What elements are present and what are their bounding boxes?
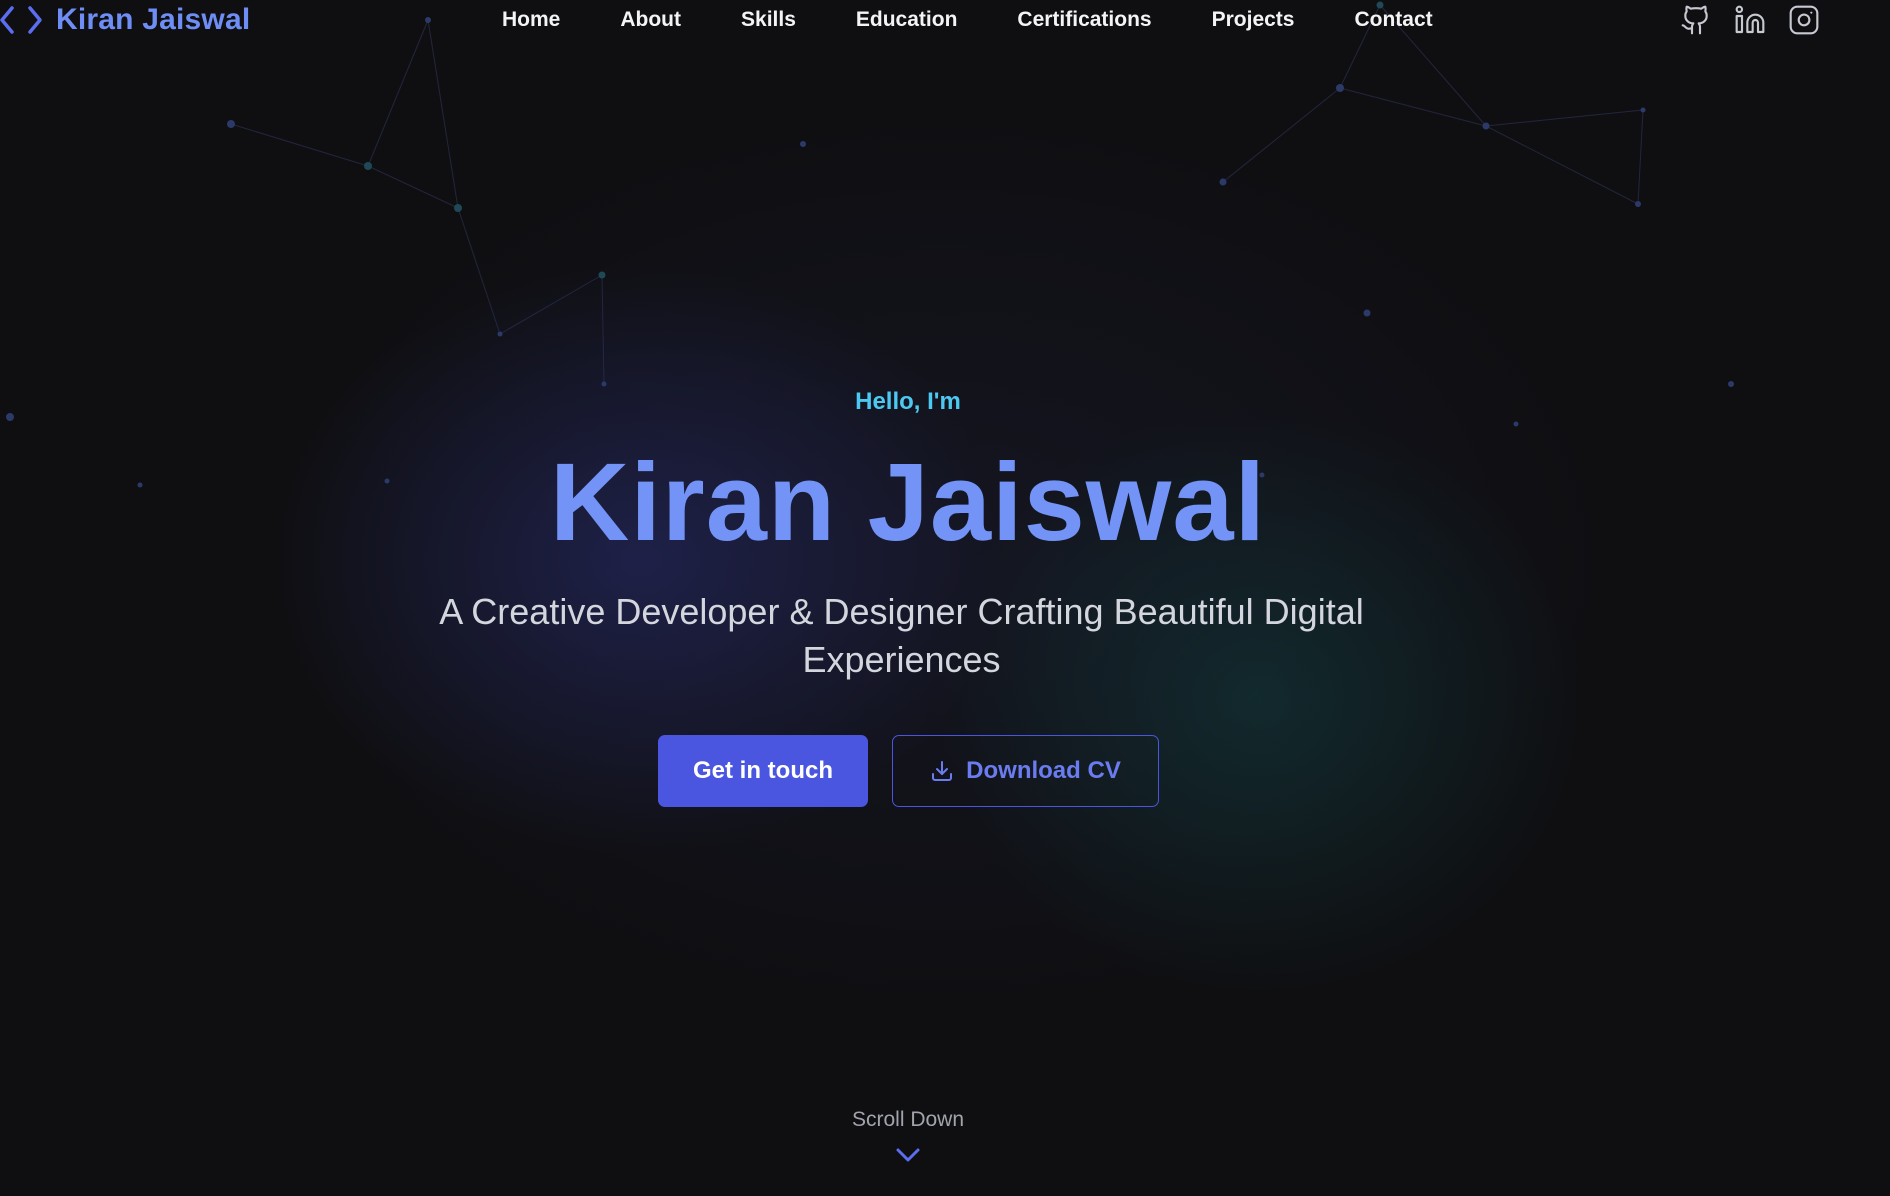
- code-brackets-icon: [0, 0, 46, 40]
- nav-link-education[interactable]: Education: [856, 8, 958, 32]
- scroll-down-indicator[interactable]: Scroll Down: [0, 1108, 1816, 1164]
- top-navigation: Kiran Jaiswal Home About Skills Educatio…: [0, 0, 1890, 40]
- hero-greeting: Hello, I'm: [855, 388, 961, 415]
- get-in-touch-button[interactable]: Get in touch: [658, 735, 868, 807]
- download-cv-label: Download CV: [966, 757, 1121, 784]
- nav-link-about[interactable]: About: [620, 8, 681, 32]
- nav-link-contact[interactable]: Contact: [1354, 8, 1432, 32]
- brand-logo-link[interactable]: Kiran Jaiswal: [0, 0, 250, 40]
- instagram-icon[interactable]: [1788, 4, 1820, 36]
- scroll-down-label: Scroll Down: [851, 1108, 965, 1131]
- github-icon[interactable]: [1680, 4, 1712, 36]
- hero-tagline: A Creative Developer & Designer Crafting…: [439, 591, 1364, 680]
- nav-links: Home About Skills Education Certificatio…: [502, 0, 1433, 40]
- linkedin-icon[interactable]: [1734, 4, 1766, 36]
- nav-link-home[interactable]: Home: [502, 8, 560, 32]
- nav-link-skills[interactable]: Skills: [741, 8, 796, 32]
- hero-name: Kiran Jaiswal: [549, 441, 1267, 564]
- nav-link-projects[interactable]: Projects: [1212, 8, 1295, 32]
- download-icon: [930, 759, 954, 783]
- social-links: [1680, 0, 1820, 40]
- chevron-down-icon: [895, 1146, 921, 1164]
- download-cv-button[interactable]: Download CV: [892, 735, 1159, 807]
- nav-link-certifications[interactable]: Certifications: [1017, 8, 1151, 32]
- brand-name: Kiran Jaiswal: [56, 3, 251, 36]
- hero-actions: Get in touch Download CV: [658, 735, 1159, 807]
